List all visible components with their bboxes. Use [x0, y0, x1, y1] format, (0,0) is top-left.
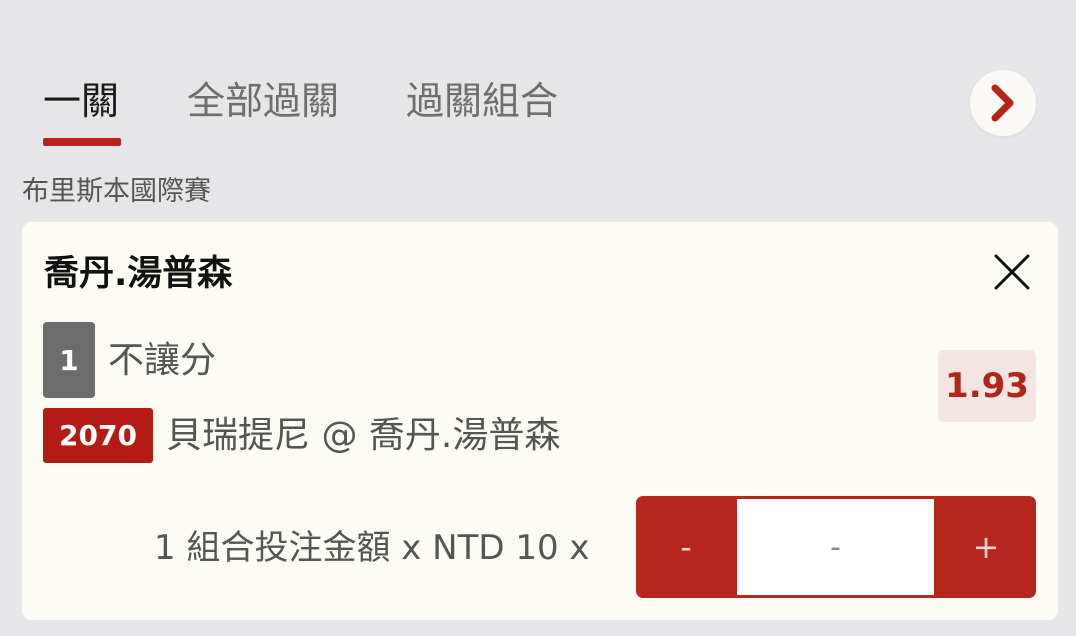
match-name: 貝瑞提尼 @ 喬丹.湯普森 [166, 415, 561, 456]
decrease-stake-button[interactable]: - [636, 496, 736, 598]
tab-parlay-combination[interactable]: 過關組合 [406, 76, 558, 126]
stake-input[interactable] [737, 499, 934, 595]
bet-type-tabs: 一關 全部過關 過關組合 [0, 0, 1076, 160]
close-icon [994, 254, 1030, 290]
stake-label: 1 組合投注金額 x NTD 10 x [154, 528, 590, 568]
selected-player-name: 喬丹.湯普森 [44, 254, 233, 294]
active-tab-indicator [43, 138, 121, 146]
increase-stake-button[interactable]: + [936, 496, 1036, 598]
match-code-badge: 2070 [43, 408, 153, 463]
chevron-right-icon [991, 84, 1014, 122]
stake-stepper: - + [636, 496, 1036, 598]
tab-all-parlay[interactable]: 全部過關 [187, 76, 339, 126]
league-name: 布里斯本國際賽 [22, 176, 211, 207]
tab-single[interactable]: 一關 [43, 76, 119, 126]
bet-slip-card: 喬丹.湯普森 1 不讓分 1.93 2070 貝瑞提尼 @ 喬丹.湯普森 1 組… [22, 222, 1058, 620]
odds-value: 1.93 [938, 350, 1036, 422]
remove-bet-button[interactable] [990, 250, 1034, 294]
selection-number-badge: 1 [43, 322, 95, 398]
bet-type-label: 不讓分 [108, 340, 217, 381]
next-tabs-button[interactable] [970, 70, 1036, 136]
